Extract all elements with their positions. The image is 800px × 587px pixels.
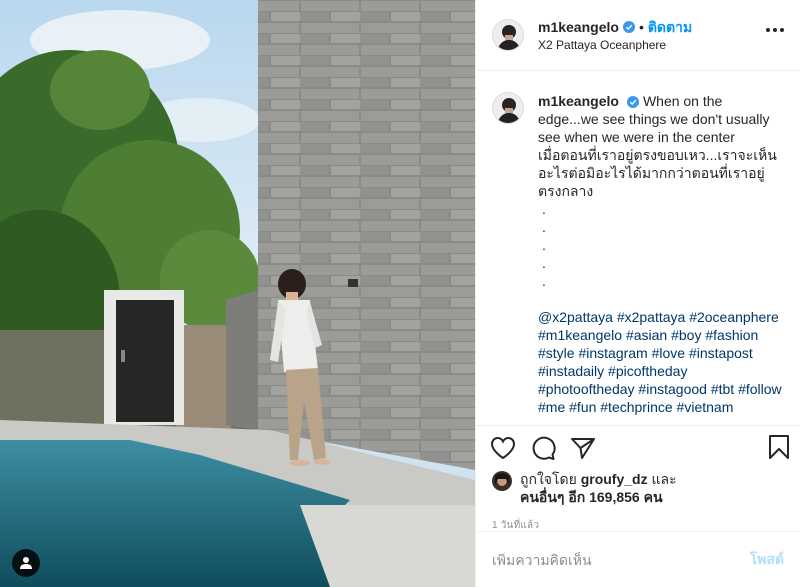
post-header: m1keangelo • ติดตาม X2 Pattaya Oceanpher… (476, 0, 800, 71)
hashtag-link[interactable]: #instagram (578, 345, 651, 361)
caption-dot: . (542, 273, 546, 289)
actions-section: ถูกใจโดย groufy_dz และ คนอื่นๆ อีก 169,8… (476, 425, 800, 533)
liker-username-link[interactable]: groufy_dz (581, 471, 648, 487)
share-button[interactable] (570, 428, 610, 468)
caption-dot: . (542, 237, 546, 253)
hashtag-link[interactable]: #fashion (705, 327, 758, 343)
heart-icon (490, 436, 516, 460)
mention-link[interactable]: @x2pattaya (538, 309, 617, 325)
hashtag-link[interactable]: #style (538, 345, 578, 361)
action-bar (476, 426, 800, 470)
username-link[interactable]: m1keangelo (538, 18, 619, 36)
save-button[interactable] (768, 434, 790, 465)
caption-thai: เมื่อตอนที่เราอยู่ตรงขอบเหว...เราจะเห็นอ… (538, 147, 777, 199)
caption-avatar[interactable] (492, 92, 524, 124)
hashtag-link[interactable]: #love (652, 345, 689, 361)
hashtag-link[interactable]: #m1keangelo (538, 327, 626, 343)
verified-badge-icon (626, 96, 639, 108)
hashtag-link[interactable]: #follow (738, 381, 782, 397)
liked-by-conj: และ (651, 471, 677, 487)
caption-username-link[interactable]: m1keangelo (538, 93, 619, 109)
comment-input[interactable] (492, 551, 750, 568)
hashtag-link[interactable]: #instagood (638, 381, 710, 397)
user-tag-button[interactable] (12, 549, 40, 577)
hashtag-link[interactable]: #2oceanphere (689, 309, 779, 325)
avatar-image (493, 93, 523, 123)
comment-icon (532, 436, 556, 460)
caption-dot: . (542, 201, 546, 217)
hashtag-link[interactable]: #photooftheday (538, 381, 638, 397)
hashtag-link[interactable]: #x2pattaya (617, 309, 689, 325)
hashtag-list: @x2pattaya #x2pattaya #2oceanphere #m1ke… (538, 308, 784, 416)
others-likes-link[interactable]: คนอื่นๆ อีก 169,856 คน (520, 489, 663, 505)
photo-scene (0, 0, 475, 587)
hashtag-link[interactable]: #me (538, 399, 569, 415)
bookmark-icon (769, 435, 789, 459)
hashtag-link[interactable]: #picoftheday (608, 363, 687, 379)
comment-button[interactable] (530, 428, 570, 468)
like-button[interactable] (490, 428, 530, 468)
hashtag-link[interactable]: #instadaily (538, 363, 608, 379)
post-comment-button[interactable]: โพสต์ (750, 549, 784, 571)
hashtag-link[interactable]: #techprince (600, 399, 676, 415)
hashtag-link[interactable]: #tbt (711, 381, 738, 397)
liker-avatar[interactable] (492, 471, 512, 491)
hashtag-link[interactable]: #fun (569, 399, 600, 415)
post-timestamp[interactable]: 1 วันที่แล้ว (476, 506, 800, 533)
separator-dot: • (638, 19, 644, 35)
caption-text: m1keangelo When on the edge...we see thin… (538, 92, 784, 416)
user-icon (20, 557, 32, 569)
hashtag-link[interactable]: #boy (671, 327, 705, 343)
liker-avatar-image (492, 471, 512, 491)
caption-comment: m1keangelo When on the edge...we see thin… (492, 92, 784, 416)
hashtag-link[interactable]: #vietnam (677, 399, 734, 415)
caption-dot: . (542, 255, 546, 271)
post-photo[interactable] (0, 0, 475, 587)
send-icon (571, 438, 595, 459)
location-link[interactable]: X2 Pattaya Oceanphere (538, 38, 692, 52)
liked-by-prefix: ถูกใจโดย (520, 471, 577, 487)
likes-summary: ถูกใจโดย groufy_dz และ คนอื่นๆ อีก 169,8… (476, 470, 800, 506)
header-meta: m1keangelo • ติดตาม X2 Pattaya Oceanpher… (538, 18, 692, 52)
avatar[interactable] (492, 19, 524, 51)
follow-button[interactable]: ติดตาม (648, 18, 692, 36)
comment-form: โพสต์ (476, 531, 800, 587)
verified-badge-icon (622, 21, 635, 33)
hashtag-link[interactable]: #asian (626, 327, 671, 343)
hashtag-link[interactable]: #instapost (689, 345, 753, 361)
caption-dot: . (542, 219, 546, 235)
post-panel: m1keangelo • ติดตาม X2 Pattaya Oceanpher… (475, 0, 800, 587)
avatar-image (493, 20, 523, 50)
caption-scroll-area[interactable]: m1keangelo When on the edge...we see thin… (476, 72, 800, 425)
more-options-icon[interactable] (766, 28, 784, 32)
